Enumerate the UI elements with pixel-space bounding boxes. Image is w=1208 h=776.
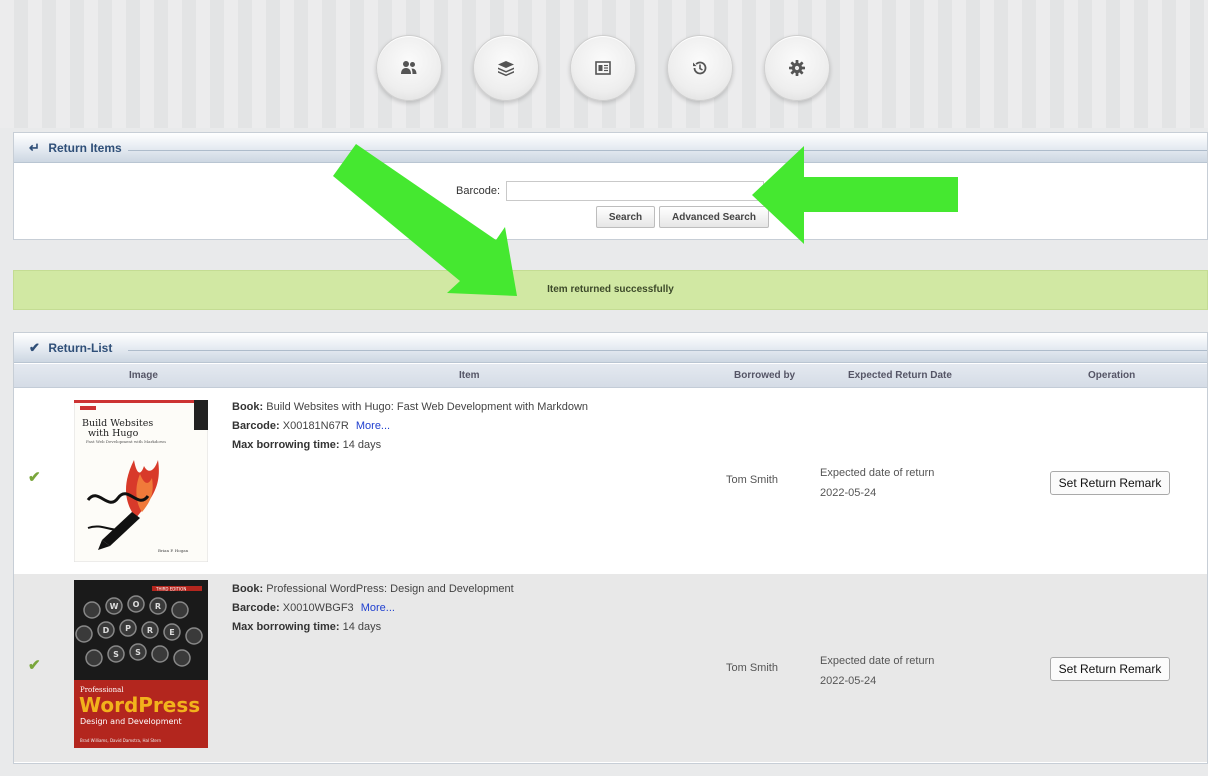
barcode-label: Barcode: xyxy=(232,420,280,432)
due-label: Expected date of return xyxy=(820,467,935,479)
svg-text:R: R xyxy=(147,626,153,635)
users-icon xyxy=(401,61,417,74)
svg-text:Design and Development: Design and Development xyxy=(80,717,182,726)
max-borrowing-label: Max borrowing time: xyxy=(232,621,340,633)
book-label: Book: xyxy=(232,401,264,413)
column-header-image: Image xyxy=(129,370,158,381)
search-button[interactable]: Search xyxy=(596,206,655,228)
return-items-header: ↵ Return Items xyxy=(14,133,1207,163)
barcode-value: X0010WBGF3 xyxy=(282,602,354,614)
svg-text:E: E xyxy=(169,628,174,637)
expected-return-date: Expected date of return 2022-05-24 xyxy=(820,651,934,691)
settings-nav-button[interactable] xyxy=(764,35,830,101)
svg-text:with Hugo: with Hugo xyxy=(88,428,139,439)
svg-text:Brad Williams, David Damstra,: Brad Williams, David Damstra, Hal Stern xyxy=(80,738,161,743)
barcode-label: Barcode: xyxy=(232,602,280,614)
return-items-title: Return Items xyxy=(48,141,122,155)
svg-text:P: P xyxy=(125,624,131,633)
due-date: 2022-05-24 xyxy=(820,675,877,687)
svg-text:WordPress: WordPress xyxy=(79,693,200,717)
table-row: ✔ THIRD EDITION W O R D P R E S S Professional… xyxy=(14,574,1207,762)
max-borrowing-value: 14 days xyxy=(342,439,382,451)
return-arrow-icon: ↵ xyxy=(29,140,40,155)
svg-text:S: S xyxy=(135,648,141,657)
more-link[interactable]: More... xyxy=(361,602,395,614)
svg-text:O: O xyxy=(133,600,140,609)
history-nav-button[interactable] xyxy=(667,35,733,101)
return-list-title: Return-List xyxy=(48,341,113,355)
book-cover-hugo: Build Websites with Hugo Fast Web Develo… xyxy=(74,400,208,562)
barcode-label: Barcode: xyxy=(456,185,501,197)
barcode-value: X00181N67R xyxy=(282,420,349,432)
more-link[interactable]: More... xyxy=(356,420,390,432)
item-details: Book: Professional WordPress: Design and… xyxy=(232,580,514,637)
svg-text:Brian P. Hogan: Brian P. Hogan xyxy=(158,548,189,553)
set-return-remark-button[interactable]: Set Return Remark xyxy=(1050,657,1170,681)
return-items-panel: ↵ Return Items Barcode: Search Advanced … xyxy=(13,132,1208,240)
advanced-search-button[interactable]: Advanced Search xyxy=(659,206,769,228)
set-return-remark-button[interactable]: Set Return Remark xyxy=(1050,471,1170,495)
svg-text:R: R xyxy=(155,602,161,611)
gear-icon xyxy=(789,60,805,76)
book-title: Professional WordPress: Design and Devel… xyxy=(266,583,514,595)
id-card-nav-button[interactable] xyxy=(570,35,636,101)
table-row: ✔ Build Websites with Hugo Fast Web Deve… xyxy=(14,388,1207,574)
table-header: Image Item Borrowed by Expected Return D… xyxy=(14,364,1207,388)
column-header-operation: Operation xyxy=(1088,370,1136,381)
history-icon xyxy=(693,61,707,75)
borrowed-by: Tom Smith xyxy=(726,474,778,486)
column-header-item: Item xyxy=(459,370,480,381)
svg-text:THIRD EDITION: THIRD EDITION xyxy=(155,587,186,592)
svg-text:D: D xyxy=(103,626,110,635)
return-list-header: ✔ Return-List xyxy=(14,333,1207,363)
barcode-search-row: Barcode: xyxy=(456,181,765,201)
success-message: Item returned successfully xyxy=(13,270,1208,310)
book-cover-wordpress: THIRD EDITION WOR DPRE SS Professional W… xyxy=(74,580,208,748)
column-header-expected-return-date: Expected Return Date xyxy=(848,370,952,381)
returned-check-icon: ✔ xyxy=(28,469,41,486)
return-list-panel: ✔ Return-List Image Item Borrowed by Exp… xyxy=(13,332,1208,764)
svg-text:Fast Web Development with Mark: Fast Web Development with Markdown xyxy=(86,439,166,444)
svg-text:W: W xyxy=(110,602,119,611)
column-header-borrowed-by: Borrowed by xyxy=(734,370,796,381)
due-date: 2022-05-24 xyxy=(820,487,877,499)
item-details: Book: Build Websites with Hugo: Fast Web… xyxy=(232,398,588,455)
barcode-input[interactable] xyxy=(506,181,765,201)
borrowed-by: Tom Smith xyxy=(726,662,778,674)
max-borrowing-label: Max borrowing time: xyxy=(232,439,340,451)
layers-nav-button[interactable] xyxy=(473,35,539,101)
id-card-icon xyxy=(595,61,611,75)
max-borrowing-value: 14 days xyxy=(342,621,382,633)
users-nav-button[interactable] xyxy=(376,35,442,101)
layers-icon xyxy=(498,61,514,77)
top-navigation xyxy=(0,0,1208,128)
expected-return-date: Expected date of return 2022-05-24 xyxy=(820,463,934,503)
book-title: Build Websites with Hugo: Fast Web Devel… xyxy=(266,401,589,413)
double-check-icon: ✔ xyxy=(29,340,40,355)
returned-check-icon: ✔ xyxy=(28,657,41,674)
due-label: Expected date of return xyxy=(820,655,935,667)
book-label: Book: xyxy=(232,583,264,595)
svg-text:S: S xyxy=(113,650,119,659)
